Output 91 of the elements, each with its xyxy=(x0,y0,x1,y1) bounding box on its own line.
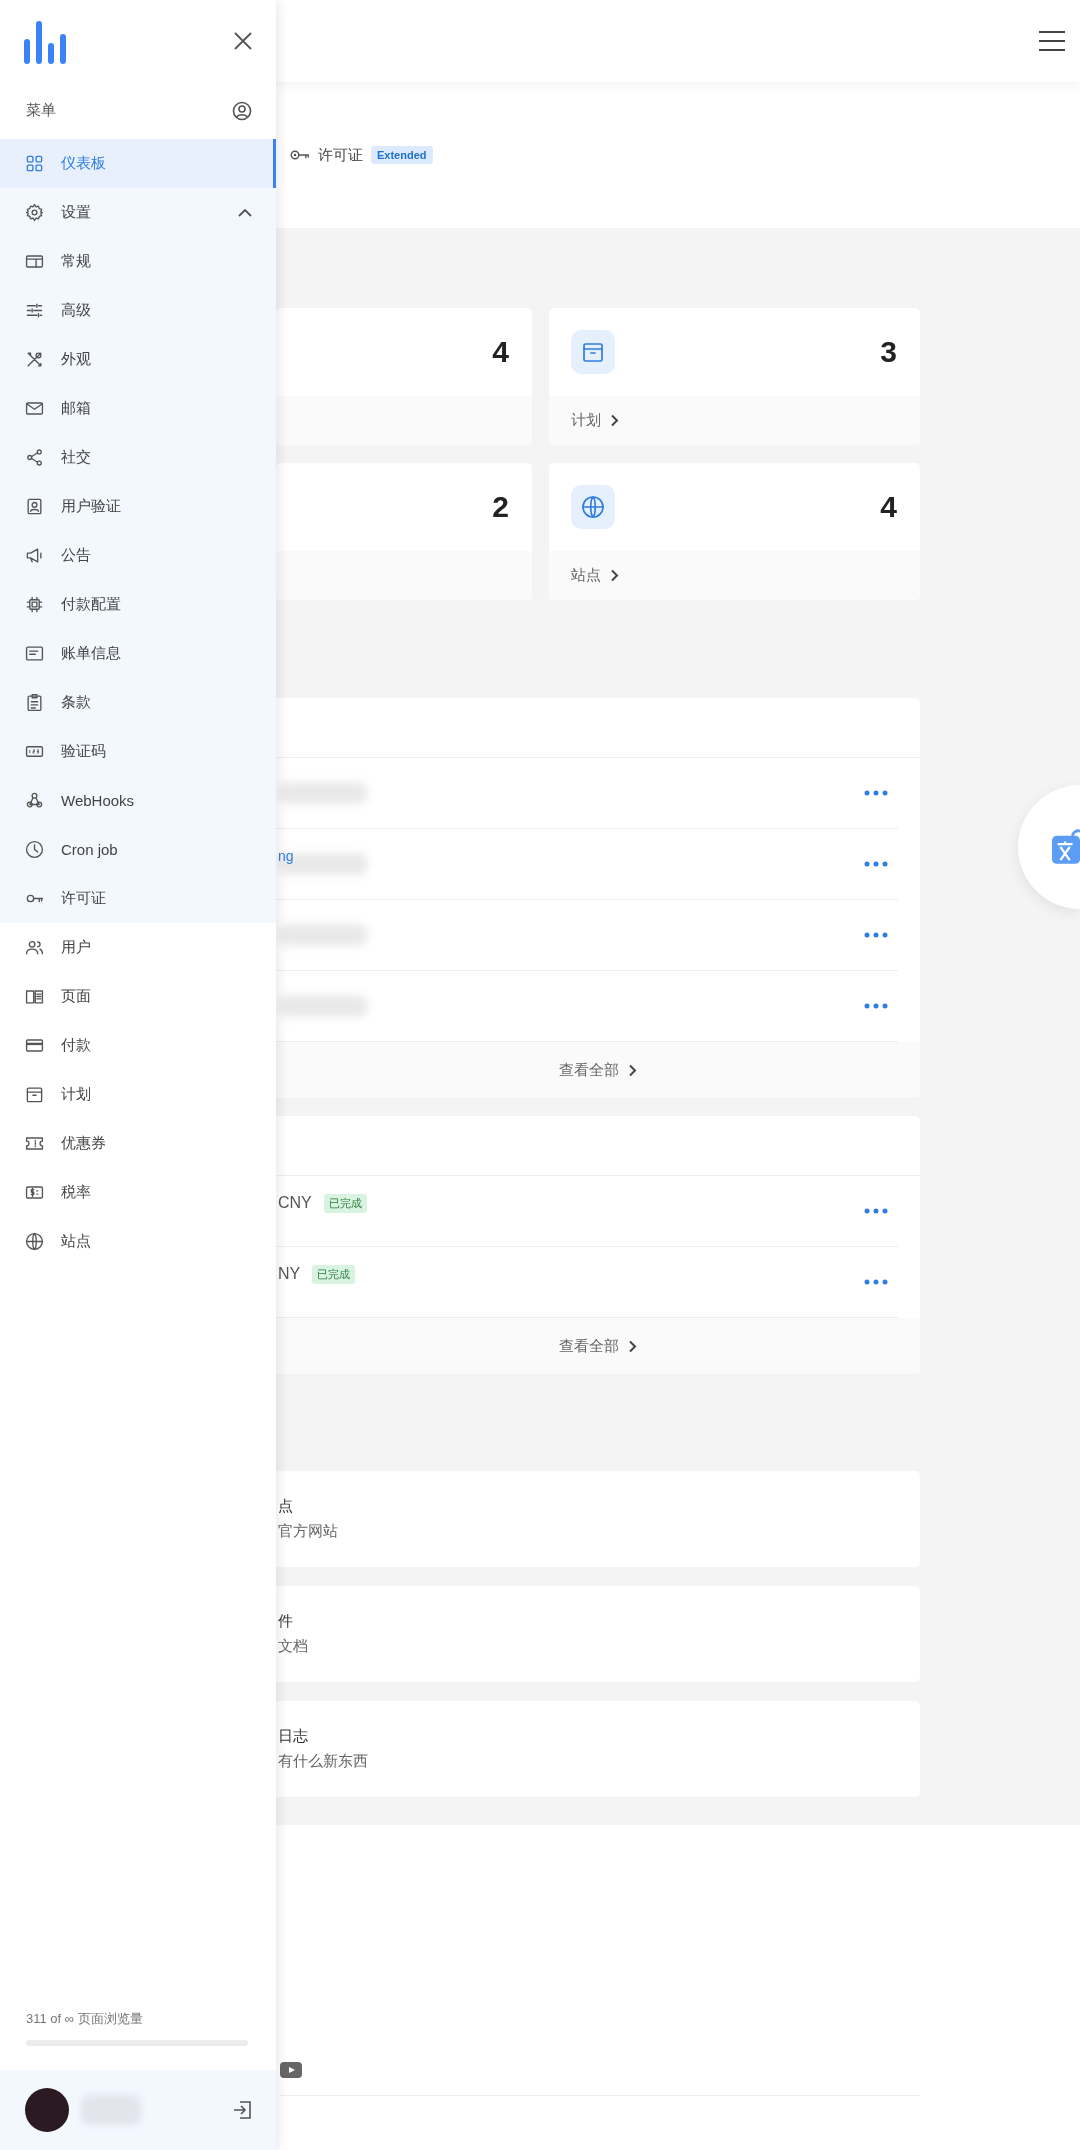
link-description: 有什么新东西 xyxy=(278,1752,369,1771)
menu-item[interactable]: 社交 xyxy=(0,433,276,482)
window-icon xyxy=(25,252,44,271)
payment-amount: CNY xyxy=(278,1194,312,1212)
view-link[interactable]: 计划 xyxy=(571,411,619,430)
plan-badge: Extended xyxy=(371,146,433,164)
menu-item[interactable]: 外观 xyxy=(0,335,276,384)
link-card[interactable]: 件 文档 xyxy=(276,1586,920,1682)
menu-item[interactable]: 仪表板 xyxy=(0,139,276,188)
video-play-icon[interactable] xyxy=(280,2062,302,2078)
clipboard-icon xyxy=(25,693,44,712)
tools-icon xyxy=(25,350,44,369)
more-options-icon[interactable] xyxy=(864,1003,888,1009)
link-card[interactable]: 日志 有什么新东西 xyxy=(276,1701,920,1797)
view-link[interactable]: 站点 xyxy=(571,566,619,585)
chevron-right-icon xyxy=(628,1339,637,1353)
link-title: 点 xyxy=(278,1497,294,1516)
share-icon xyxy=(25,448,44,467)
more-options-icon[interactable] xyxy=(864,790,888,796)
menu-title: 菜单 xyxy=(26,101,56,120)
book-icon xyxy=(25,987,44,1006)
chevron-up-icon xyxy=(238,208,252,217)
box-icon xyxy=(25,1085,44,1104)
menu-item[interactable]: 用户验证 xyxy=(0,482,276,531)
license-label: 许可证 xyxy=(318,145,363,165)
key-icon xyxy=(290,148,310,162)
avatar xyxy=(25,2088,69,2132)
stat-value: 2 xyxy=(492,490,509,524)
menu-item[interactable]: 用户 xyxy=(0,923,276,972)
more-options-icon[interactable] xyxy=(864,861,888,867)
box-icon xyxy=(581,340,605,364)
user-circle-icon[interactable] xyxy=(232,100,252,121)
status-badge: 已完成 xyxy=(312,1264,356,1284)
globe-icon xyxy=(581,495,605,519)
menu-item[interactable]: 许可证 xyxy=(0,874,276,923)
mail-icon xyxy=(25,399,44,418)
logout-icon[interactable] xyxy=(232,2100,252,2120)
link-description: 官方网站 xyxy=(278,1522,339,1541)
menu-icon[interactable] xyxy=(1038,30,1066,52)
webhook-icon xyxy=(25,791,44,810)
menu-item[interactable]: 站点 xyxy=(0,1217,276,1266)
clock-icon xyxy=(25,840,44,859)
menu-item[interactable]: 条款 xyxy=(0,678,276,727)
link-description: 文档 xyxy=(278,1637,309,1656)
item-link[interactable]: ng xyxy=(278,848,294,864)
stat-value: 4 xyxy=(492,335,509,369)
credit-card-icon xyxy=(25,1036,44,1055)
link-title: 件 xyxy=(278,1612,294,1631)
sliders-icon xyxy=(25,301,44,320)
megaphone-icon xyxy=(25,546,44,565)
menu-item[interactable]: 税率 xyxy=(0,1168,276,1217)
document-icon xyxy=(25,644,44,663)
page-views-text: 311 of ∞ 页面浏览量 xyxy=(26,2010,144,2028)
users-icon xyxy=(25,938,44,957)
settings-icon xyxy=(25,203,44,222)
stat-value: 4 xyxy=(880,490,897,524)
chevron-right-icon xyxy=(610,569,619,582)
menu-item[interactable]: 付款配置 xyxy=(0,580,276,629)
chevron-right-icon xyxy=(610,414,619,427)
chip-icon xyxy=(25,595,44,614)
grid-icon xyxy=(25,154,44,173)
menu-item[interactable]: 设置 xyxy=(0,188,276,237)
more-options-icon[interactable] xyxy=(864,1279,888,1285)
menu-item[interactable]: 公告 xyxy=(0,531,276,580)
menu-item[interactable]: 优惠券 xyxy=(0,1119,276,1168)
globe-icon xyxy=(25,1232,44,1251)
view-link[interactable]: 查看全部 xyxy=(559,1336,637,1356)
ticket-icon xyxy=(25,1134,44,1153)
chevron-right-icon xyxy=(628,1063,637,1077)
payment-amount: NY xyxy=(278,1265,301,1283)
link-card[interactable]: 点 官方网站 xyxy=(276,1471,920,1567)
view-link[interactable]: 查看全部 xyxy=(559,1060,637,1080)
menu-item[interactable]: 验证码 xyxy=(0,727,276,776)
menu-item[interactable]: 高级 xyxy=(0,286,276,335)
menu-item[interactable]: 页面 xyxy=(0,972,276,1021)
menu-item[interactable]: 账单信息 xyxy=(0,629,276,678)
id-badge-icon xyxy=(25,497,44,516)
status-badge: 已完成 xyxy=(323,1193,367,1213)
dollar-icon xyxy=(25,1183,44,1202)
translate-icon xyxy=(1052,827,1080,867)
menu-item[interactable]: 计划 xyxy=(0,1070,276,1119)
menu-item[interactable]: 付款 xyxy=(0,1021,276,1070)
menu-item[interactable]: WebHooks xyxy=(0,776,276,825)
link-title: 日志 xyxy=(278,1727,309,1746)
more-options-icon[interactable] xyxy=(864,932,888,938)
more-options-icon[interactable] xyxy=(864,1208,888,1214)
menu-item[interactable]: 常规 xyxy=(0,237,276,286)
stat-value: 3 xyxy=(880,335,897,369)
menu-item[interactable]: 邮箱 xyxy=(0,384,276,433)
menu-item[interactable]: Cron job xyxy=(0,825,276,874)
close-icon[interactable] xyxy=(234,32,252,50)
